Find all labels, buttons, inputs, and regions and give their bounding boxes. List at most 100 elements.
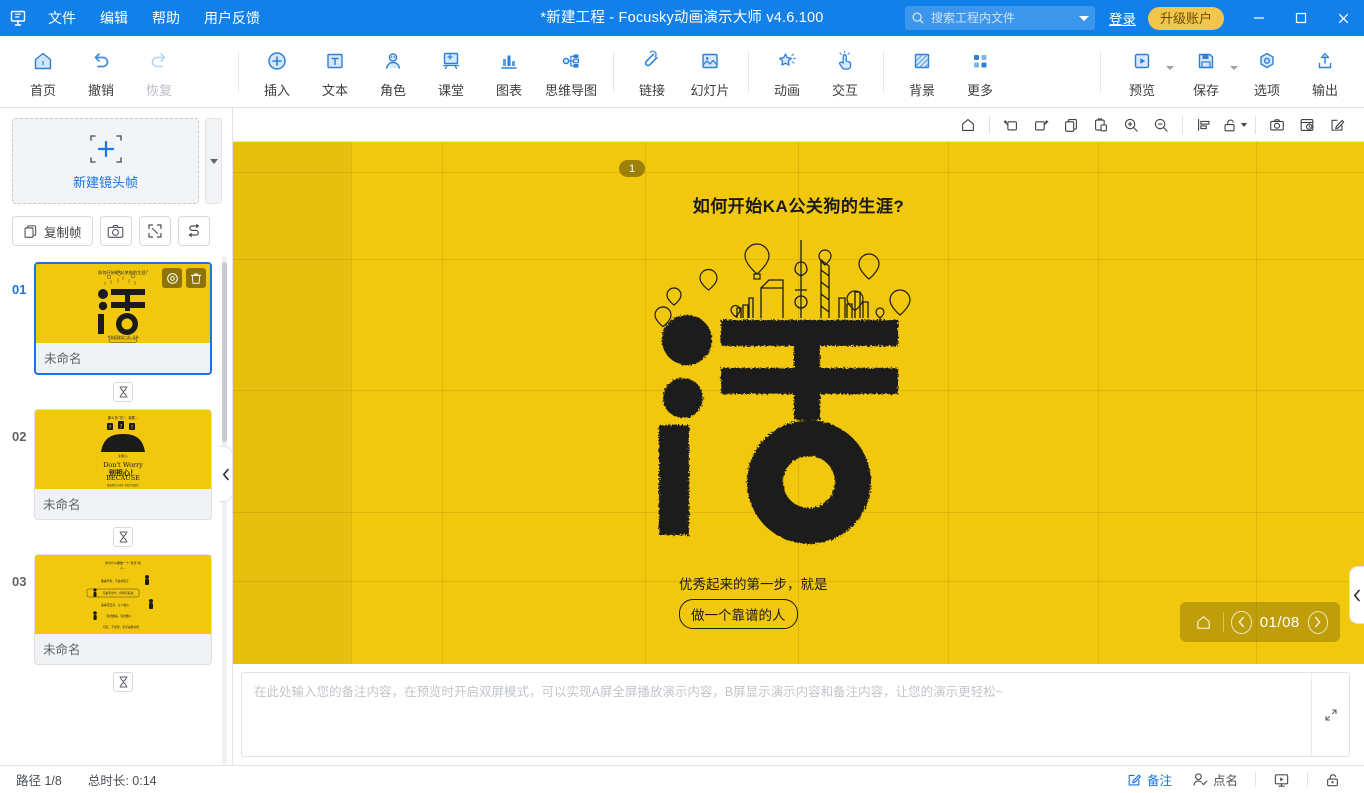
paste-icon (1095, 117, 1107, 131)
ribbon-slide[interactable]: 幻灯片 (681, 40, 739, 104)
canvas-align-button[interactable] (1189, 112, 1219, 138)
capture-frame-button[interactable] (99, 216, 132, 246)
chevron-down-icon[interactable] (1230, 65, 1238, 70)
menu-file[interactable]: 文件 (36, 0, 88, 36)
canvas-zoom-out-button[interactable] (1146, 112, 1176, 138)
ribbon-redo[interactable]: 恢复 (130, 40, 188, 104)
chevron-down-icon[interactable] (1078, 15, 1089, 21)
status-lock-button[interactable] (1315, 768, 1350, 792)
new-frame-button[interactable]: 新建镜头帧 (12, 118, 199, 204)
frame-name[interactable]: 未命名 (35, 634, 211, 664)
hourglass-icon[interactable] (113, 527, 133, 547)
ribbon-classroom[interactable]: 课堂 (422, 40, 480, 104)
new-frame-dropdown[interactable] (205, 118, 222, 204)
canvas-lock-button[interactable] (1219, 112, 1249, 138)
canvas-zoom-in-button[interactable] (1116, 112, 1146, 138)
chevron-down-icon[interactable] (1241, 122, 1247, 127)
duplicate-frame-button[interactable]: 复制帧 (12, 216, 93, 246)
canvas-toolbar (233, 108, 1364, 142)
hourglass-icon[interactable] (113, 382, 133, 402)
slide-subtitle[interactable]: 优秀起来的第一步，就是 (679, 573, 828, 593)
ribbon-more[interactable]: 更多 (951, 40, 1009, 104)
ribbon-animation[interactable]: 动画 (758, 40, 816, 104)
menu-help[interactable]: 帮助 (140, 0, 192, 36)
ribbon-insert[interactable]: 插入 (248, 40, 306, 104)
maximize-button[interactable] (1280, 0, 1322, 36)
frame-card-01[interactable]: 如何开始KA公关狗的生涯? 优秀起来的第一步，就是 未命名 (34, 262, 212, 375)
hourglass-icon[interactable] (113, 672, 133, 692)
frame-delete-button[interactable] (186, 268, 206, 288)
frame-card-03[interactable]: 你为什么要做一个“靠谱”的 人... 做事牢靠，不会掉链子 凡事有交代，件件有着… (34, 554, 212, 665)
login-link[interactable]: 登录 (1109, 8, 1136, 28)
slide-chip[interactable]: 做一个靠谱的人 (679, 599, 798, 629)
search-input[interactable] (930, 11, 1075, 25)
ribbon-home[interactable]: 首页 (14, 40, 72, 104)
frame-name[interactable]: 未命名 (35, 489, 211, 519)
nav-home-button[interactable] (1192, 611, 1215, 634)
canvas-screenshot-button[interactable] (1262, 112, 1292, 138)
ribbon-interact[interactable]: 交互 (816, 40, 874, 104)
frame-timing-01 (12, 375, 212, 409)
ribbon-save[interactable]: 保存 (1174, 40, 1238, 104)
canvas-copy-button[interactable] (1056, 112, 1086, 138)
minimize-button[interactable] (1238, 0, 1280, 36)
slide-stage[interactable]: 1 如何开始KA公关狗的生涯? 优秀起来的第一步，就是 做一个靠谱的人 01/0… (233, 142, 1364, 664)
canvas-rotate-left-button[interactable] (996, 112, 1026, 138)
nav-prev-button[interactable] (1231, 610, 1252, 634)
ribbon-mindmap[interactable]: 思维导图 (538, 40, 604, 104)
svg-text:如何开始KA公关狗的生涯?: 如何开始KA公关狗的生涯? (98, 269, 148, 276)
chevron-down-icon[interactable] (1166, 65, 1174, 70)
list-item[interactable]: 03 你为什么要做一个“靠谱”的 人... 做事牢靠，不会掉链子 凡事有交代，件… (12, 554, 212, 665)
status-notes-button[interactable]: 备注 (1117, 768, 1182, 792)
nav-next-button[interactable] (1307, 610, 1329, 634)
list-item[interactable]: 02 那么多“坑”，我要... ? ? ? 别担心 Don't Worry 别担… (12, 409, 212, 520)
frames-list[interactable]: 01 如何开始KA公关狗的生涯? 优秀起来的第一步，就是 未命名 02 那么多“… (0, 256, 232, 765)
reorder-frames-button[interactable] (177, 216, 210, 246)
ribbon-divider-2 (613, 51, 615, 92)
menu-feedback[interactable]: 用户反馈 (192, 0, 272, 36)
frames-scrollbar[interactable] (220, 256, 228, 765)
list-item[interactable]: 01 如何开始KA公关狗的生涯? 优秀起来的第一步，就是 未命名 (12, 262, 212, 375)
notes-input[interactable] (242, 673, 1311, 756)
menu-edit[interactable]: 编辑 (88, 0, 140, 36)
close-button[interactable] (1322, 0, 1364, 36)
frame-name[interactable]: 未命名 (36, 343, 210, 373)
ribbon-preview[interactable]: 预览 (1110, 40, 1174, 104)
ribbon-background[interactable]: 背景 (893, 40, 951, 104)
ribbon-undo[interactable]: 撤销 (72, 40, 130, 104)
grid-line-v (442, 142, 443, 664)
slide-title[interactable]: 如何开始KA公关狗的生涯? (233, 192, 1364, 217)
status-rollcall-button[interactable]: 点名 (1182, 768, 1248, 792)
ribbon-export[interactable]: 输出 (1296, 40, 1354, 104)
slide-order-badge[interactable]: 1 (619, 160, 645, 177)
canvas-rotate-right-button[interactable] (1026, 112, 1056, 138)
collapse-frames-panel-button[interactable] (219, 446, 233, 502)
notes-box[interactable] (241, 672, 1350, 757)
canvas-paste-button[interactable] (1086, 112, 1116, 138)
ribbon-link-label: 链接 (639, 82, 666, 98)
upgrade-account-button[interactable]: 升级账户 (1147, 6, 1224, 30)
ribbon-classroom-label: 课堂 (437, 82, 464, 98)
canvas-history-button[interactable] (1292, 112, 1322, 138)
canvas-edit-button[interactable] (1322, 112, 1352, 138)
ribbon-text[interactable]: 文本 (306, 40, 364, 104)
canvas-home-button[interactable] (953, 112, 983, 138)
collapse-right-panel-button[interactable] (1349, 566, 1364, 624)
frame-card-02[interactable]: 那么多“坑”，我要... ??? 别担心 Don't Worry 别担心！ BE… (34, 409, 212, 520)
frame-settings-button[interactable] (162, 268, 182, 288)
add-frame-icon (83, 132, 129, 166)
search-box[interactable] (904, 6, 1095, 30)
rotate-right-icon (1035, 119, 1049, 130)
svg-text:优秀起来的第一步，就是: 优秀起来的第一步，就是 (108, 335, 139, 339)
ribbon-chart[interactable]: 图表 (480, 40, 538, 104)
status-presenter-button[interactable] (1263, 768, 1300, 792)
ribbon-role[interactable]: 角色 (364, 40, 422, 104)
grid-line-v (1256, 142, 1257, 664)
ribbon-options[interactable]: 选项 (1238, 40, 1296, 104)
ribbon-link[interactable]: 链接 (623, 40, 681, 104)
huo-character-skyline-artwork[interactable] (651, 230, 941, 570)
scrollbar-thumb[interactable] (222, 262, 227, 442)
fit-frame-button[interactable] (138, 216, 171, 246)
svg-text:?: ? (109, 425, 112, 431)
notes-expand-button[interactable] (1311, 673, 1349, 756)
